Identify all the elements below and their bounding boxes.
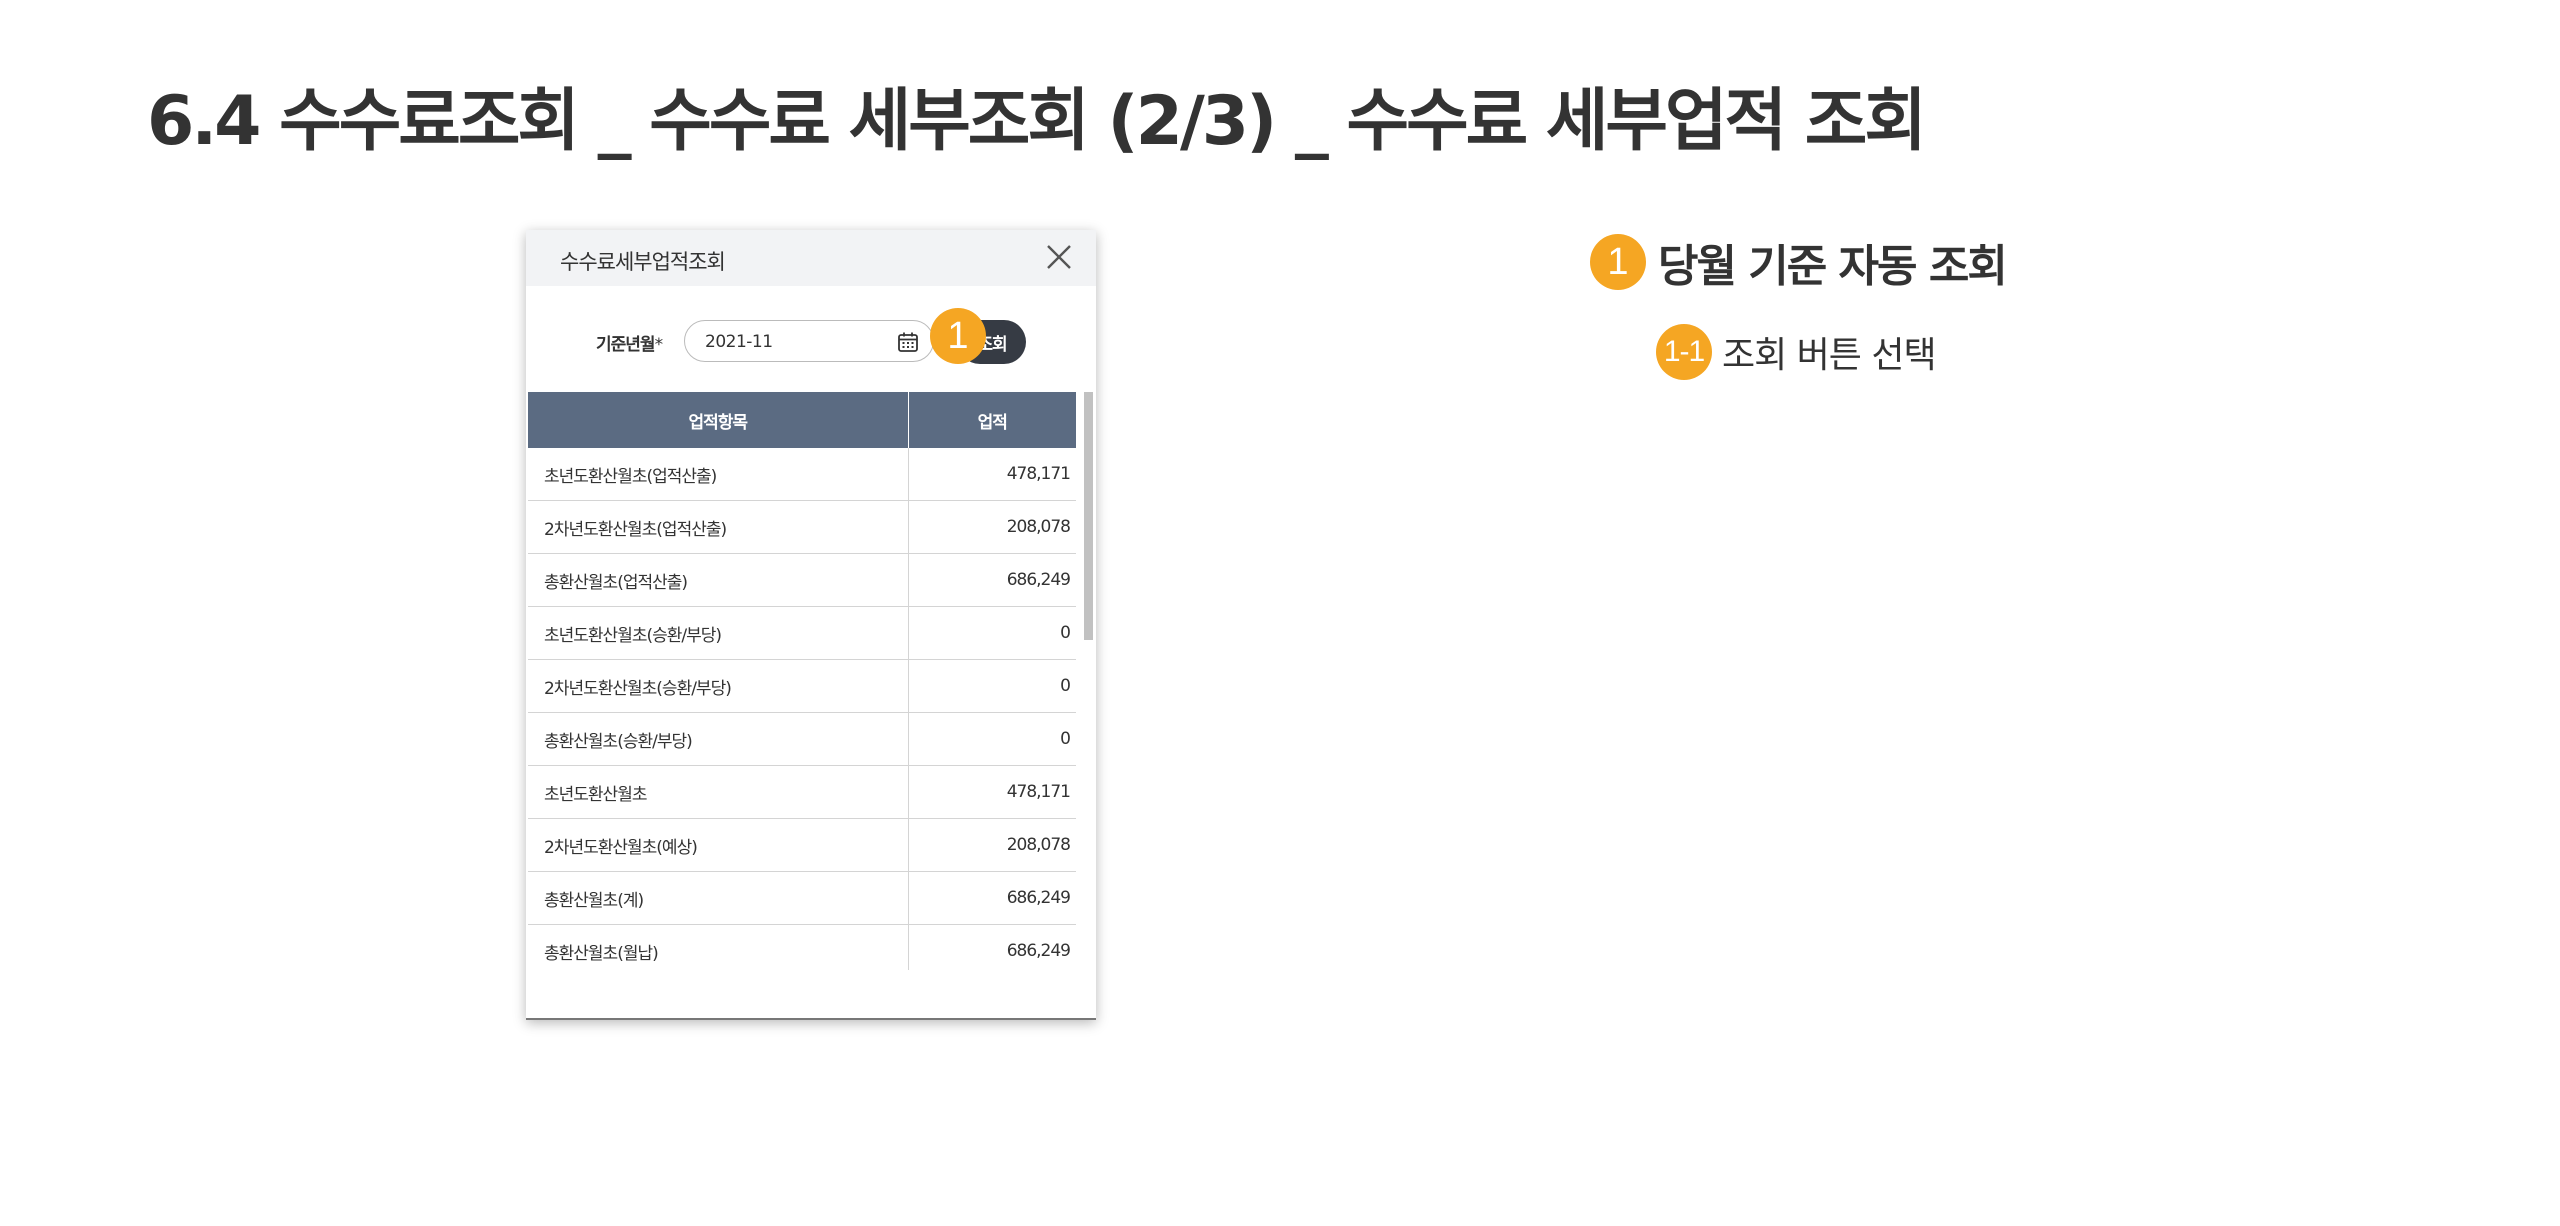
cell-value: 686,249	[908, 871, 1076, 925]
close-icon[interactable]	[1044, 242, 1074, 272]
required-mark: *	[654, 335, 663, 355]
cell-item: 총환산월초(승환/부당)	[528, 712, 909, 766]
table-row[interactable]: 총환산월초(업적산출) 686,249	[528, 553, 1076, 607]
column-header-item[interactable]: 업적항목	[528, 392, 909, 448]
table-header-row: 업적항목 업적	[528, 392, 1076, 448]
column-header-value[interactable]: 업적	[908, 392, 1076, 448]
cell-value: 0	[908, 659, 1076, 713]
page-title: 6.4 수수료조회 _ 수수료 세부조회 (2/3) _ 수수료 세부업적 조회	[147, 82, 1927, 161]
table-scrollbar-thumb[interactable]	[1084, 392, 1093, 640]
annotation-1-badge: 1	[1590, 234, 1646, 290]
search-row: 기준년월* 조회 1	[526, 286, 1096, 396]
popup-title: 수수료세부업적조회	[560, 250, 726, 274]
annotation-1-1-badge: 1-1	[1656, 324, 1712, 380]
base-month-label-text: 기준년월	[596, 335, 656, 355]
base-month-label: 기준년월*	[596, 330, 663, 355]
cell-value: 0	[908, 712, 1076, 766]
cell-value: 686,249	[908, 553, 1076, 607]
base-month-input[interactable]	[703, 329, 887, 355]
table-row[interactable]: 초년도환산월초(업적산출) 478,171	[528, 448, 1076, 501]
cell-value: 686,249	[908, 924, 1076, 970]
table-row[interactable]: 총환산월초(승환/부당) 0	[528, 712, 1076, 766]
fee-detail-popup: 수수료세부업적조회 기준년월* 2021-11 조회 1 업적항목 업적 초년도…	[526, 230, 1096, 1020]
cell-value: 208,078	[908, 500, 1076, 554]
table-row[interactable]: 2차년도환산월초(예상) 208,078	[528, 818, 1076, 872]
cell-item: 2차년도환산월초(예상)	[528, 818, 909, 872]
cell-item: 총환산월초(업적산출)	[528, 553, 909, 607]
cell-value: 208,078	[908, 818, 1076, 872]
calendar-icon[interactable]	[897, 331, 919, 353]
cell-item: 2차년도환산월초(업적산출)	[528, 500, 909, 554]
table-row[interactable]: 총환산월초(계) 686,249	[528, 871, 1076, 925]
cell-item: 초년도환산월초(승환/부당)	[528, 606, 909, 660]
table-row[interactable]: 초년도환산월초(승환/부당) 0	[528, 606, 1076, 660]
cell-value: 0	[908, 606, 1076, 660]
table-row[interactable]: 2차년도환산월초(승환/부당) 0	[528, 659, 1076, 713]
annotation-1-1-text: 조회 버튼 선택	[1722, 335, 1937, 376]
table-row[interactable]: 총환산월초(월납) 686,249	[528, 924, 1076, 970]
annotation-1-text: 당월 기준 자동 조회	[1658, 241, 2008, 292]
table-row[interactable]: 초년도환산월초 478,171	[528, 765, 1076, 819]
cell-value: 478,171	[908, 448, 1076, 501]
popup-header: 수수료세부업적조회	[526, 230, 1096, 286]
annotation-1: 1 당월 기준 자동 조회	[1590, 234, 2008, 292]
cell-item: 초년도환산월초(업적산출)	[528, 448, 909, 501]
cell-item: 총환산월초(월납)	[528, 924, 909, 970]
cell-item: 총환산월초(계)	[528, 871, 909, 925]
cell-item: 2차년도환산월초(승환/부당)	[528, 659, 909, 713]
annotation-1-1: 1-1 조회 버튼 선택	[1656, 324, 1937, 380]
cell-item: 초년도환산월초	[528, 765, 909, 819]
base-month-field[interactable]	[684, 320, 934, 362]
performance-table-container: 업적항목 업적 초년도환산월초(업적산출) 478,171 2차년도환산월초(업적…	[528, 392, 1076, 970]
cell-value: 478,171	[908, 765, 1076, 819]
performance-table: 업적항목 업적 초년도환산월초(업적산출) 478,171 2차년도환산월초(업적…	[528, 392, 1076, 970]
step-badge: 1	[930, 308, 986, 364]
table-row[interactable]: 2차년도환산월초(업적산출) 208,078	[528, 500, 1076, 554]
